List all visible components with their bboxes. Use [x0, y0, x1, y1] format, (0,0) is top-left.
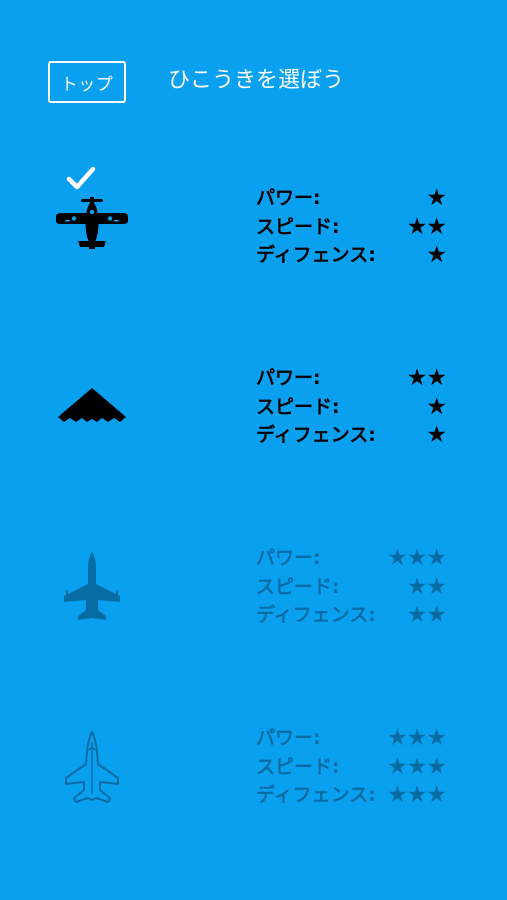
stat-label: スピード:	[256, 755, 340, 778]
stat-power: パワー: ★★	[256, 364, 447, 393]
stat-label: パワー:	[256, 547, 321, 569]
stealth-bomber-icon	[58, 388, 126, 422]
plane-stats: パワー: ★ スピード: ★★ ディフェンス: ★	[256, 184, 447, 270]
stat-stars: ★★★	[387, 725, 447, 751]
stat-stars: ★★★	[387, 782, 447, 808]
stat-speed: スピード: ★★	[256, 213, 447, 242]
plane-stats: パワー: ★★ スピード: ★ ディフェンス: ★	[256, 364, 447, 450]
plane-stats: パワー: ★★★ スピード: ★★ ディフェンス: ★★	[256, 544, 447, 630]
top-button-label: トップ	[60, 74, 114, 95]
stat-stars: ★★	[406, 365, 447, 391]
stat-label: ディフェンス:	[256, 244, 376, 266]
stat-stars: ★	[426, 242, 447, 268]
stat-defense: ディフェンス: ★	[256, 421, 447, 450]
top-button[interactable]: トップ	[48, 61, 126, 103]
stat-stars: ★★★	[387, 545, 447, 571]
stat-label: スピード:	[256, 215, 340, 238]
stat-label: パワー:	[256, 367, 321, 389]
stat-label: パワー:	[256, 727, 321, 749]
stat-label: スピード:	[256, 575, 340, 598]
stat-label: ディフェンス:	[256, 424, 376, 446]
stat-stars: ★	[426, 422, 447, 448]
stat-stars: ★★	[406, 602, 447, 628]
plane-option-fighter[interactable]: パワー: ★★★ スピード: ★★ ディフェンス: ★★	[0, 540, 507, 660]
fighter-jet-icon	[64, 552, 120, 620]
stat-power: パワー: ★	[256, 184, 447, 213]
stealth-fighter-icon	[65, 731, 119, 803]
stat-stars: ★★	[406, 213, 447, 240]
stat-label: ディフェンス:	[256, 604, 376, 626]
stat-speed: スピード: ★	[256, 393, 447, 422]
stat-stars: ★	[426, 393, 447, 420]
stat-defense: ディフェンス: ★★	[256, 601, 447, 630]
stat-power: パワー: ★★★	[256, 544, 447, 573]
plane-option-stealth-fighter[interactable]: パワー: ★★★ スピード: ★★★ ディフェンス: ★★★	[0, 720, 507, 840]
page-title: ひこうきを選ぼう	[168, 68, 345, 93]
stat-defense: ディフェンス: ★★★	[256, 781, 447, 810]
stat-defense: ディフェンス: ★	[256, 241, 447, 270]
stat-stars: ★★	[406, 573, 447, 600]
stat-label: スピード:	[256, 395, 340, 418]
stat-power: パワー: ★★★	[256, 724, 447, 753]
stat-speed: スピード: ★★	[256, 573, 447, 602]
stat-stars: ★★★	[387, 753, 447, 780]
stat-speed: スピード: ★★★	[256, 753, 447, 782]
plane-stats: パワー: ★★★ スピード: ★★★ ディフェンス: ★★★	[256, 724, 447, 810]
stat-label: ディフェンス:	[256, 784, 376, 806]
stat-stars: ★	[426, 185, 447, 211]
propeller-plane-icon	[56, 197, 128, 249]
stat-label: パワー:	[256, 187, 321, 209]
